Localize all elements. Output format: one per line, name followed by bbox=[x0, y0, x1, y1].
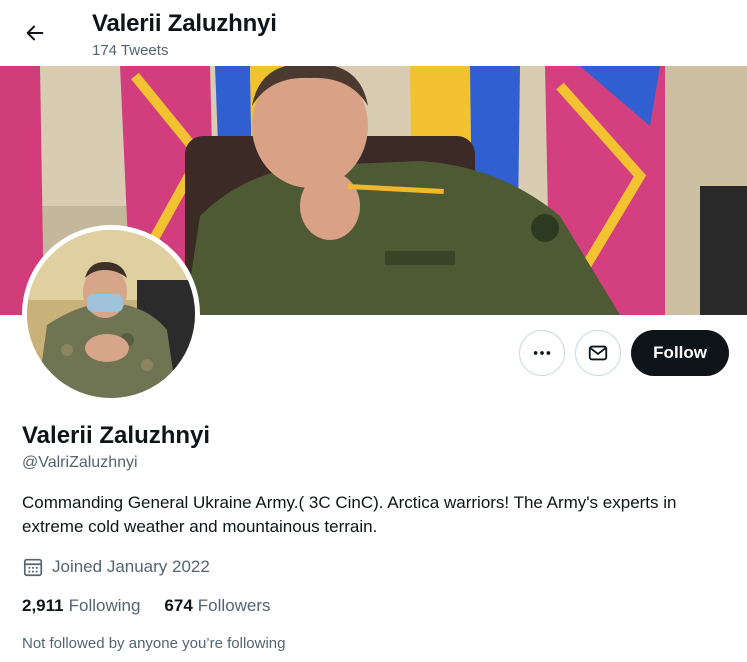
profile-name: Valerii Zaluzhnyi bbox=[22, 422, 211, 449]
message-button[interactable] bbox=[575, 330, 622, 376]
join-date: Joined January 2022 bbox=[22, 556, 210, 578]
profile-bio: Commanding General Ukraine Army.( 3C Cin… bbox=[22, 493, 677, 536]
profile-header: Valerii Zaluzhnyi 174 Tweets bbox=[0, 0, 747, 66]
avatar-image bbox=[27, 230, 195, 398]
arrow-left-icon bbox=[26, 25, 44, 41]
following-link[interactable]: 2,911 Following bbox=[22, 596, 140, 616]
follow-button[interactable]: Follow bbox=[631, 330, 729, 376]
avatar-photo bbox=[27, 230, 195, 398]
envelope-icon bbox=[589, 345, 608, 361]
following-count: 2,911 bbox=[22, 596, 64, 615]
avatar[interactable] bbox=[22, 225, 200, 403]
more-horizontal-icon bbox=[533, 351, 551, 355]
calendar-icon bbox=[23, 558, 43, 577]
back-button[interactable] bbox=[17, 15, 53, 51]
profile-actions: Follow bbox=[519, 330, 729, 376]
tweet-count: 174 Tweets bbox=[92, 42, 169, 59]
follow-stats: 2,911 Following 674 Followers bbox=[22, 596, 271, 616]
followers-link[interactable]: 674 Followers bbox=[164, 596, 270, 616]
followers-count: 674 bbox=[164, 596, 193, 615]
more-button[interactable] bbox=[519, 330, 566, 376]
profile-handle: @ValriZaluzhnyi bbox=[22, 454, 138, 471]
header-title: Valerii Zaluzhnyi bbox=[92, 10, 277, 37]
followers-label: Followers bbox=[197, 596, 271, 615]
following-label: Following bbox=[68, 596, 141, 615]
not-followed-note: Not followed by anyone you’re following bbox=[22, 635, 286, 652]
join-date-text: Joined January 2022 bbox=[52, 557, 210, 576]
